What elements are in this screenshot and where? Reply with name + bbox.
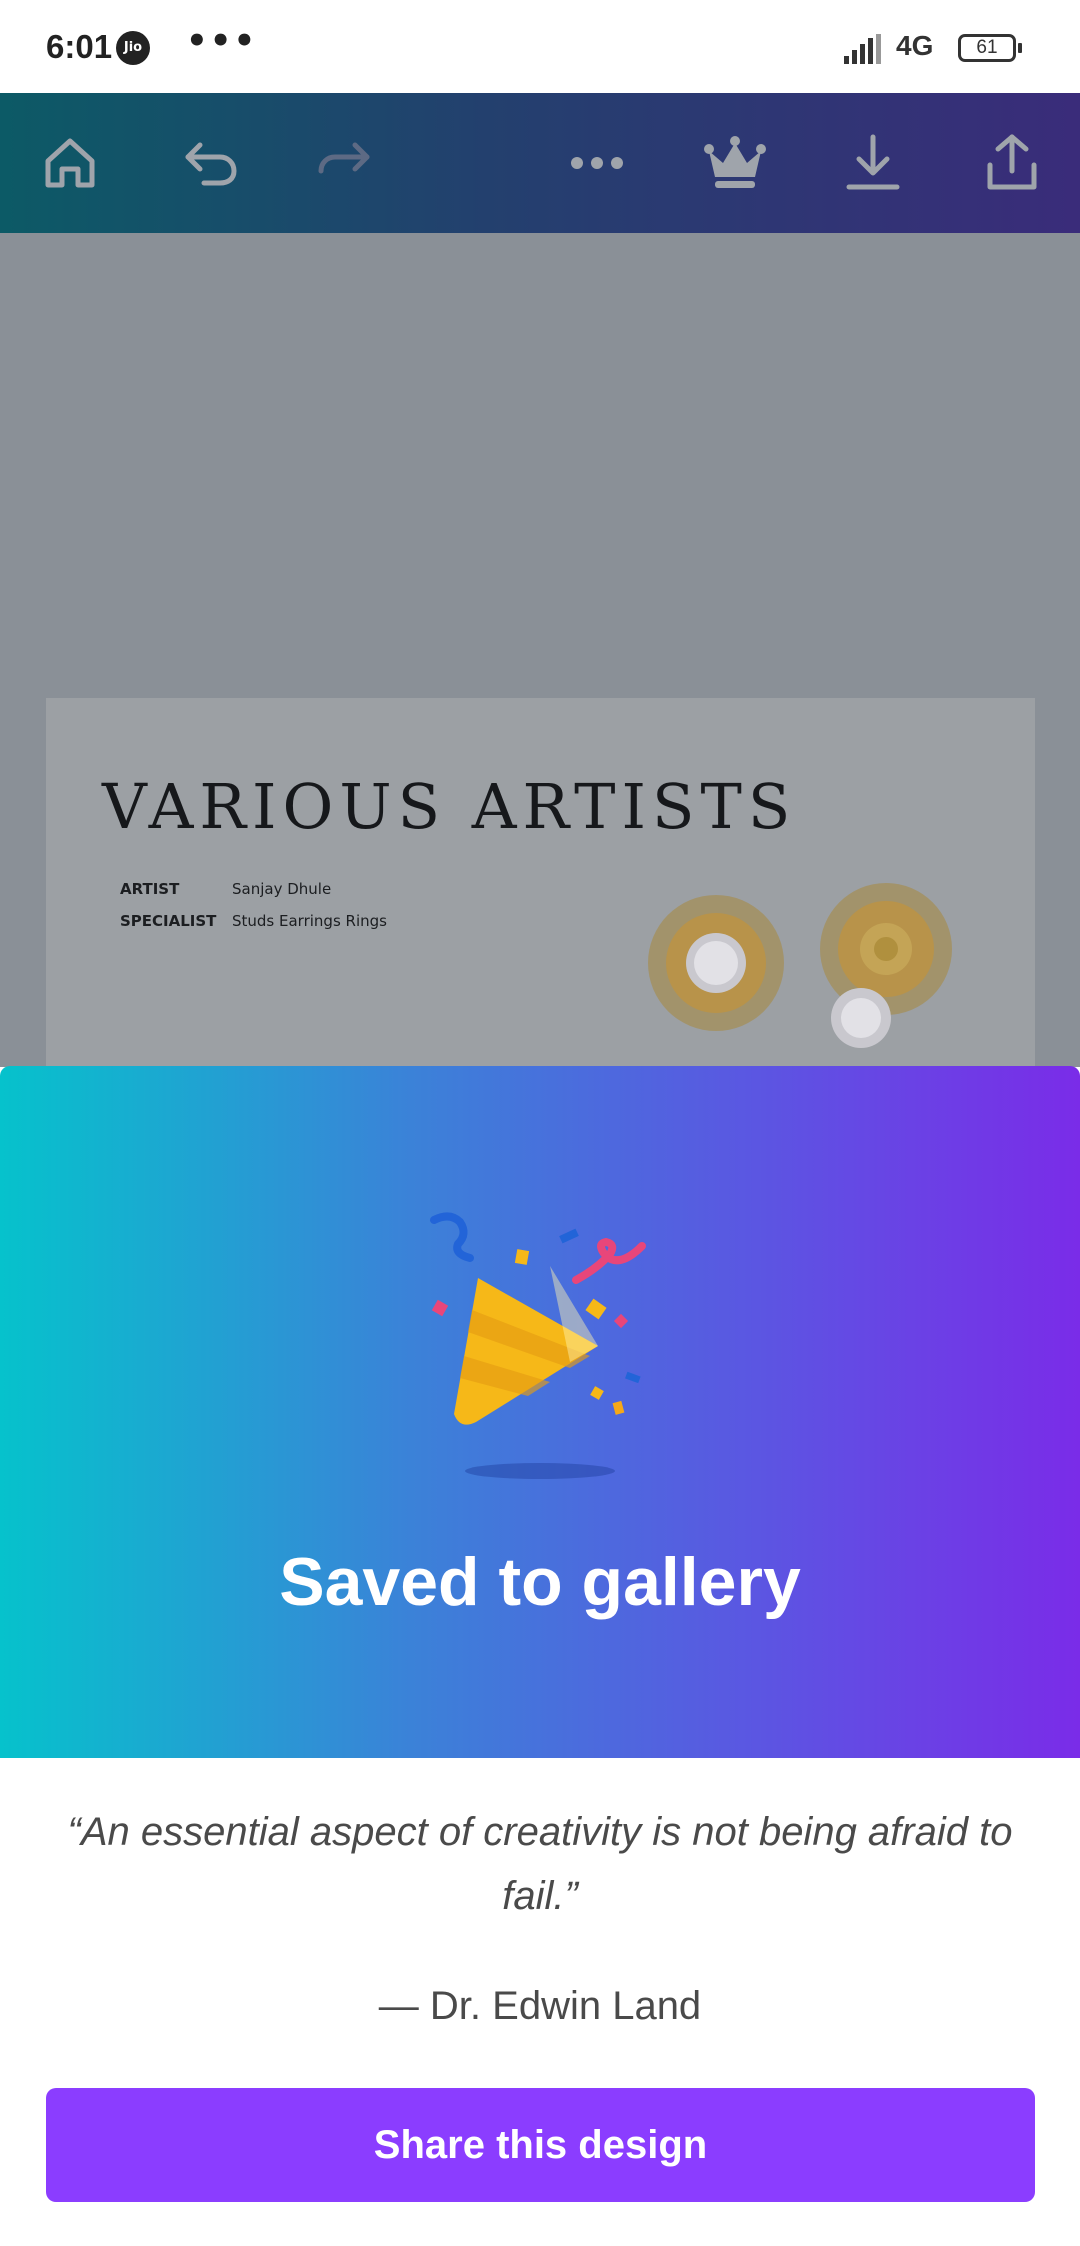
more-icon[interactable] <box>562 128 632 198</box>
design-title: VARIOUS ARTISTS <box>102 770 797 843</box>
artist-label: ARTIST <box>120 880 180 898</box>
quote-text: “An essential aspect of creativity is no… <box>67 1810 1013 1918</box>
home-icon[interactable] <box>35 128 105 198</box>
editor-toolbar <box>0 93 1080 233</box>
download-icon[interactable] <box>838 128 908 198</box>
carrier-icon: Jio <box>116 31 150 65</box>
design-artist-row: ARTIST Sanjay Dhule <box>120 880 331 898</box>
share-design-button[interactable]: Share this design <box>46 2088 1035 2202</box>
share-icon[interactable] <box>977 128 1047 198</box>
artist-value: Sanjay Dhule <box>232 880 332 898</box>
status-bar: 6:01 Jio ••• 4G 61 <box>0 0 1080 93</box>
signal-icon <box>844 34 881 64</box>
saved-title: Saved to gallery <box>279 1544 801 1620</box>
specialist-value: Studs Earrings Rings <box>232 912 387 930</box>
battery-icon: 61 <box>958 34 1022 62</box>
crown-icon[interactable] <box>700 128 770 198</box>
party-popper-icon <box>430 1212 646 1479</box>
saved-celebration-panel: Saved to gallery <box>0 1066 1080 1758</box>
redo-icon[interactable] <box>310 128 380 198</box>
notification-more-icon: ••• <box>186 21 258 61</box>
network-type: 4G <box>896 30 934 61</box>
specialist-label: SPECIALIST <box>120 912 217 930</box>
earrings-image <box>648 883 952 1048</box>
quote-section: “An essential aspect of creativity is no… <box>0 1758 1080 2246</box>
status-time: 6:01 <box>46 28 113 65</box>
design-specialist-row: SPECIALIST Studs Earrings Rings <box>120 912 387 930</box>
undo-icon[interactable] <box>175 128 245 198</box>
quote-author: — Dr. Edwin Land <box>378 1984 702 2028</box>
design-canvas: VARIOUS ARTISTS ARTIST Sanjay Dhule SPECI… <box>0 233 1080 1318</box>
